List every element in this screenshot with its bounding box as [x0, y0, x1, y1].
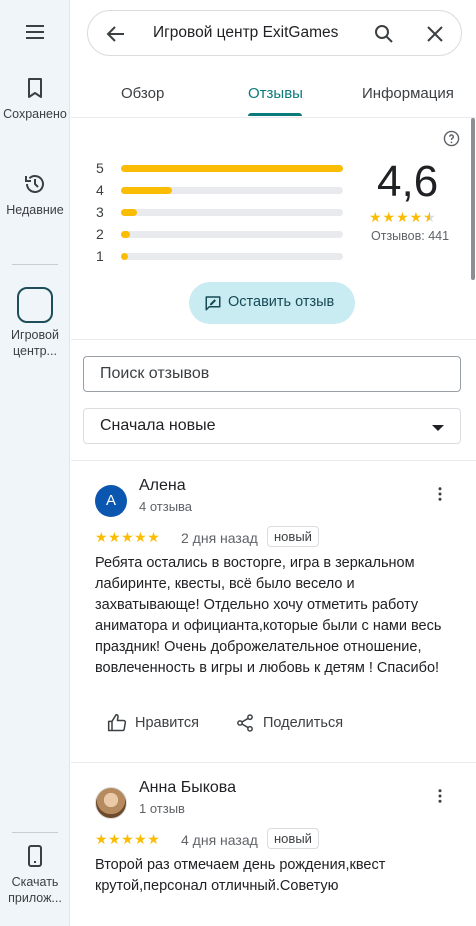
divider: [71, 339, 476, 340]
rating-bar-fill: [121, 209, 137, 216]
rating-bar-label: 3: [96, 204, 104, 220]
avatar[interactable]: [95, 787, 127, 819]
place-thumbnail: [17, 287, 53, 323]
more-options-icon[interactable]: [431, 787, 449, 805]
rating-bar-row[interactable]: 5: [96, 160, 346, 176]
saved-button[interactable]: Сохранено: [0, 76, 70, 122]
rating-bar-label: 2: [96, 226, 104, 242]
reviewer-name[interactable]: Анна Быкова: [139, 779, 236, 797]
help-icon[interactable]: [443, 130, 460, 147]
recent-label: Недавние: [6, 203, 64, 217]
reviews-count: Отзывов: 441: [371, 229, 450, 243]
rating-bar-fill: [121, 187, 172, 194]
rate-review-icon: [205, 296, 221, 311]
share-icon: [237, 714, 253, 732]
new-badge: новый: [267, 526, 319, 547]
review-date: 4 дня назад: [181, 832, 258, 848]
download-app-button[interactable]: Скачать прилож...: [0, 844, 70, 906]
bookmark-icon: [28, 78, 42, 98]
more-options-icon[interactable]: [431, 485, 449, 503]
divider: [71, 460, 476, 461]
review-date: 2 дня назад: [181, 530, 258, 546]
write-review-button[interactable]: Оставить отзыв: [189, 282, 355, 324]
rail-divider: [12, 264, 58, 265]
tab-overview[interactable]: Обзор: [121, 85, 164, 102]
rating-bar-label: 5: [96, 160, 104, 176]
rating-bar-label: 1: [96, 248, 104, 264]
reviewer-name[interactable]: Алена: [139, 477, 186, 495]
search-box[interactable]: Игровой центр ExitGames: [87, 10, 462, 56]
left-rail: Сохранено Недавние Игровой центр... Скач…: [0, 0, 70, 926]
place-label: Игровой центр...: [11, 328, 59, 358]
saved-label: Сохранено: [3, 107, 67, 121]
rating-bar-label: 4: [96, 182, 104, 198]
review-stars: ★★★★★: [95, 831, 161, 847]
rating-bar-fill: [121, 253, 128, 260]
review-text: Второй раз отмечаем день рождения,квест …: [95, 857, 386, 894]
menu-icon[interactable]: [23, 20, 47, 44]
divider: [71, 762, 476, 763]
scrollbar[interactable]: [471, 118, 475, 280]
review-item: Анна Быкова 1 отзыв ★★★★★ 4 дня назад но…: [71, 779, 476, 926]
rating-bar-row[interactable]: 2: [96, 226, 346, 242]
dropdown-caret-icon: [432, 425, 444, 431]
rating-bar-row[interactable]: 3: [96, 204, 346, 220]
like-label: Нравится: [135, 715, 199, 731]
share-button[interactable]: Поделиться: [235, 711, 355, 735]
rail-divider-bottom: [12, 832, 58, 833]
rating-bar-row[interactable]: 4: [96, 182, 346, 198]
download-label: Скачать прилож...: [8, 875, 62, 905]
sort-dropdown[interactable]: Сначала новые: [83, 408, 461, 444]
review-item: А Алена 4 отзыва ★★★★★ 2 дня назад новый…: [71, 477, 476, 763]
thumb-up-icon: [107, 713, 127, 732]
recent-button[interactable]: Недавние: [0, 172, 70, 218]
avatar[interactable]: А: [95, 485, 127, 517]
rating-bar-track: [121, 209, 343, 216]
rating-bar-track: [121, 231, 343, 238]
review-stars: ★★★★★: [95, 529, 161, 545]
average-stars: ★★★★★★: [369, 209, 437, 225]
back-arrow-icon[interactable]: [104, 22, 128, 46]
sort-value: Сначала новые: [100, 417, 216, 434]
rating-bar-track: [121, 187, 343, 194]
tab-info[interactable]: Информация: [362, 85, 454, 102]
review-search-input[interactable]: [85, 358, 455, 390]
place-panel: Игровой центр ExitGames Обзор Отзывы Инф…: [71, 0, 476, 926]
reviewer-review-count: 1 отзыв: [139, 801, 185, 816]
search-icon[interactable]: [372, 22, 396, 46]
rating-bar-fill: [121, 165, 343, 172]
rating-bar-track: [121, 253, 343, 260]
tab-bar: Обзор Отзывы Информация: [71, 70, 476, 118]
close-icon[interactable]: [423, 22, 447, 46]
review-text: Ребята остались в восторге, игра в зерка…: [95, 555, 442, 676]
tab-reviews[interactable]: Отзывы: [248, 85, 303, 102]
history-icon: [25, 175, 44, 193]
reviewer-review-count: 4 отзыва: [139, 499, 193, 514]
share-label: Поделиться: [263, 715, 344, 731]
half-star-icon: ★★: [423, 209, 437, 225]
rating-bar-row[interactable]: 1: [96, 248, 346, 264]
review-search-field[interactable]: [83, 356, 461, 392]
phone-icon: [28, 845, 42, 867]
search-query[interactable]: Игровой центр ExitGames: [153, 24, 338, 42]
active-tab-indicator: [248, 113, 302, 116]
new-badge: новый: [267, 828, 319, 849]
average-rating: 4,6: [377, 157, 439, 206]
recent-place-button[interactable]: Игровой центр...: [0, 287, 70, 359]
rating-bar-fill: [121, 231, 130, 238]
like-button[interactable]: Нравится: [107, 711, 207, 735]
write-review-label: Оставить отзыв: [228, 294, 335, 310]
rating-bar-track: [121, 165, 343, 172]
